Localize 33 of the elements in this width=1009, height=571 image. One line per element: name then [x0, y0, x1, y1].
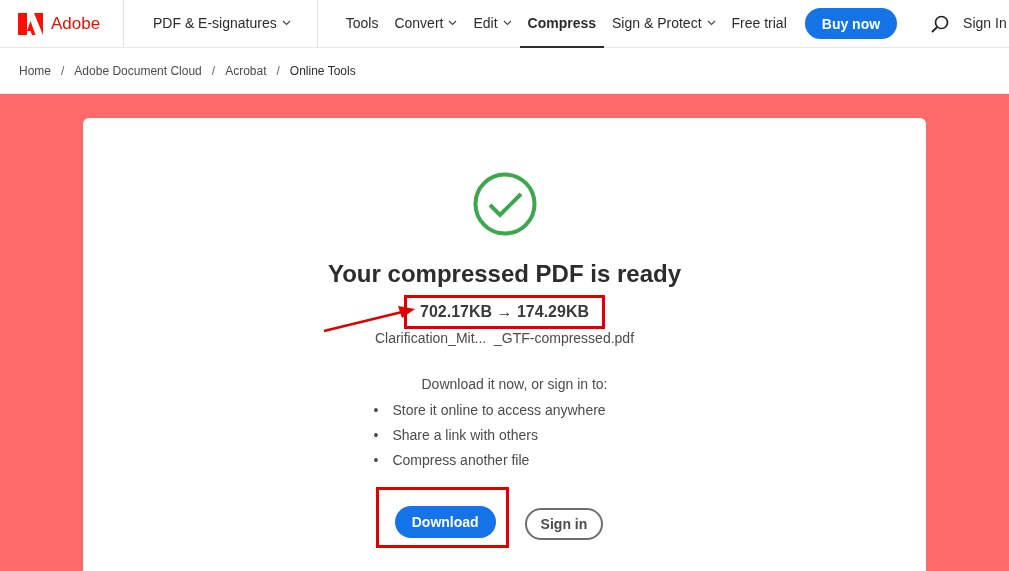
nav-link[interactable]: PDF & E-signatures	[145, 0, 299, 48]
buy-now-button[interactable]: Buy now	[804, 8, 898, 39]
nav-link[interactable]: Compress	[519, 0, 605, 48]
breadcrumb-separator: /	[276, 63, 280, 78]
sign-in-button[interactable]: Sign in	[524, 507, 604, 540]
breadcrumb-link[interactable]: Acrobat	[225, 63, 267, 78]
benefit-item: Share a link with others	[392, 426, 538, 445]
bullet: •	[373, 451, 379, 470]
nav-link[interactable]: Free trial	[723, 0, 795, 48]
nav-link[interactable]: Convert	[386, 0, 466, 48]
intro-text: Download it now, or sign in to:	[421, 376, 608, 392]
breadcrumb-separator: /	[211, 63, 216, 78]
file-name: Clarification_Mit... _GTF-compressed.pdf	[374, 330, 635, 346]
file-size-change: 702.17KB → 174.29KB	[420, 303, 589, 320]
adobe-logo[interactable]: Adobe	[0, 0, 124, 47]
search-icon[interactable]	[931, 14, 950, 33]
logo-icon	[18, 12, 43, 35]
bullet: •	[373, 401, 379, 420]
benefit-item: Compress another file	[392, 451, 530, 470]
nav-link[interactable]: Edit	[465, 0, 520, 48]
download-button[interactable]: Download	[394, 506, 496, 538]
check-circle-icon	[472, 172, 537, 236]
breadcrumb-link[interactable]: Adobe Document Cloud	[74, 63, 202, 78]
nav-link[interactable]: Tools	[337, 0, 387, 48]
logo-text: Adobe	[51, 13, 101, 34]
sign-in-link[interactable]: Sign In	[949, 0, 1007, 48]
bullet: •	[373, 426, 379, 445]
breadcrumb-current: Online Tools	[289, 63, 356, 78]
breadcrumb-link[interactable]: Home	[19, 63, 51, 78]
nav-link[interactable]: Sign & Protect	[604, 0, 724, 48]
result-title: Your compressed PDF is ready	[328, 260, 681, 288]
benefit-item: Store it online to access anywhere	[392, 401, 606, 420]
breadcrumb-separator: /	[61, 63, 65, 78]
